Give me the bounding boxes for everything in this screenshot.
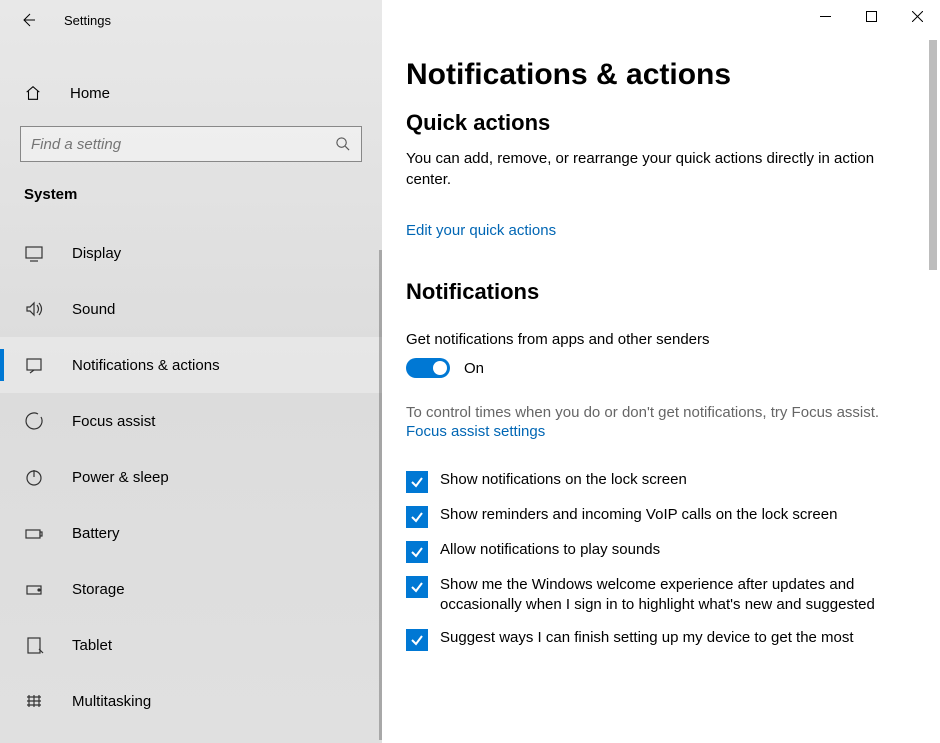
nav-label: Multitasking [72, 693, 151, 710]
nav-label: Storage [72, 581, 125, 598]
checkbox-row[interactable]: Suggest ways I can finish setting up my … [406, 628, 904, 651]
sidebar-item-multitasking[interactable]: Multitasking [0, 673, 382, 729]
sidebar-item-tablet[interactable]: Tablet [0, 617, 382, 673]
sidebar-item-battery[interactable]: Battery [0, 505, 382, 561]
home-icon [24, 84, 42, 102]
power-icon [24, 467, 44, 487]
edit-quick-actions-link[interactable]: Edit your quick actions [406, 222, 556, 239]
nav-label: Display [72, 245, 121, 262]
minimize-button[interactable] [802, 0, 848, 32]
focus-assist-hint: To control times when you do or don't ge… [406, 402, 904, 423]
search-input[interactable] [31, 136, 335, 153]
nav-label: Battery [72, 525, 120, 542]
checkbox-icon [406, 629, 428, 651]
battery-icon [24, 523, 44, 543]
nav-label: Tablet [72, 637, 112, 654]
nav-label: Notifications & actions [72, 357, 220, 374]
notifications-heading: Notifications [406, 279, 904, 305]
sidebar-item-notifications[interactable]: Notifications & actions [0, 337, 382, 393]
checkbox-label: Suggest ways I can finish setting up my … [440, 628, 854, 648]
quick-actions-heading: Quick actions [406, 110, 904, 136]
back-icon[interactable] [20, 12, 36, 28]
checkbox-icon [406, 506, 428, 528]
multitasking-icon [24, 691, 44, 711]
notifications-toggle[interactable] [406, 358, 450, 378]
main-pane: Notifications & actions Quick actions Yo… [382, 0, 940, 743]
checkbox-label: Show me the Windows welcome experience a… [440, 575, 904, 616]
checkbox-row[interactable]: Show notifications on the lock screen [406, 470, 904, 493]
quick-actions-desc: You can add, remove, or rearrange your q… [406, 148, 904, 190]
checkbox-label: Show notifications on the lock screen [440, 470, 687, 490]
titlebar: Settings [0, 0, 382, 40]
sidebar-item-storage[interactable]: Storage [0, 561, 382, 617]
sound-icon [24, 299, 44, 319]
checkbox-label: Show reminders and incoming VoIP calls o… [440, 505, 837, 525]
checkbox-icon [406, 471, 428, 493]
checkbox-icon [406, 576, 428, 598]
display-icon [24, 243, 44, 263]
sidebar-item-display[interactable]: Display [0, 225, 382, 281]
search-icon [335, 136, 351, 152]
nav-list: Display Sound Notifications & actions Fo… [0, 225, 382, 729]
sidebar: Settings Home System Display [0, 0, 382, 743]
page-title: Notifications & actions [406, 58, 904, 92]
category-label: System [0, 162, 382, 215]
notifications-toggle-label: Get notifications from apps and other se… [406, 331, 904, 348]
focus-assist-link[interactable]: Focus assist settings [406, 423, 545, 440]
home-label: Home [70, 85, 110, 102]
window-controls [802, 0, 940, 32]
checkbox-icon [406, 541, 428, 563]
tablet-icon [24, 635, 44, 655]
nav-label: Power & sleep [72, 469, 169, 486]
toggle-state: On [464, 360, 484, 377]
search-box[interactable] [20, 126, 362, 162]
checkbox-row[interactable]: Show reminders and incoming VoIP calls o… [406, 505, 904, 528]
close-button[interactable] [894, 0, 940, 32]
sidebar-item-sound[interactable]: Sound [0, 281, 382, 337]
sidebar-home[interactable]: Home [0, 72, 382, 114]
app-title: Settings [64, 13, 111, 28]
scrollbar-thumb[interactable] [929, 40, 937, 270]
checkbox-row[interactable]: Show me the Windows welcome experience a… [406, 575, 904, 616]
notifications-icon [24, 355, 44, 375]
checkbox-label: Allow notifications to play sounds [440, 540, 660, 560]
storage-icon [24, 579, 44, 599]
checkbox-row[interactable]: Allow notifications to play sounds [406, 540, 904, 563]
nav-label: Focus assist [72, 413, 155, 430]
focus-assist-icon [24, 411, 44, 431]
sidebar-item-power[interactable]: Power & sleep [0, 449, 382, 505]
nav-label: Sound [72, 301, 115, 318]
sidebar-item-focus-assist[interactable]: Focus assist [0, 393, 382, 449]
maximize-button[interactable] [848, 0, 894, 32]
content: Notifications & actions Quick actions Yo… [382, 0, 940, 743]
main-scrollbar[interactable] [926, 40, 940, 743]
